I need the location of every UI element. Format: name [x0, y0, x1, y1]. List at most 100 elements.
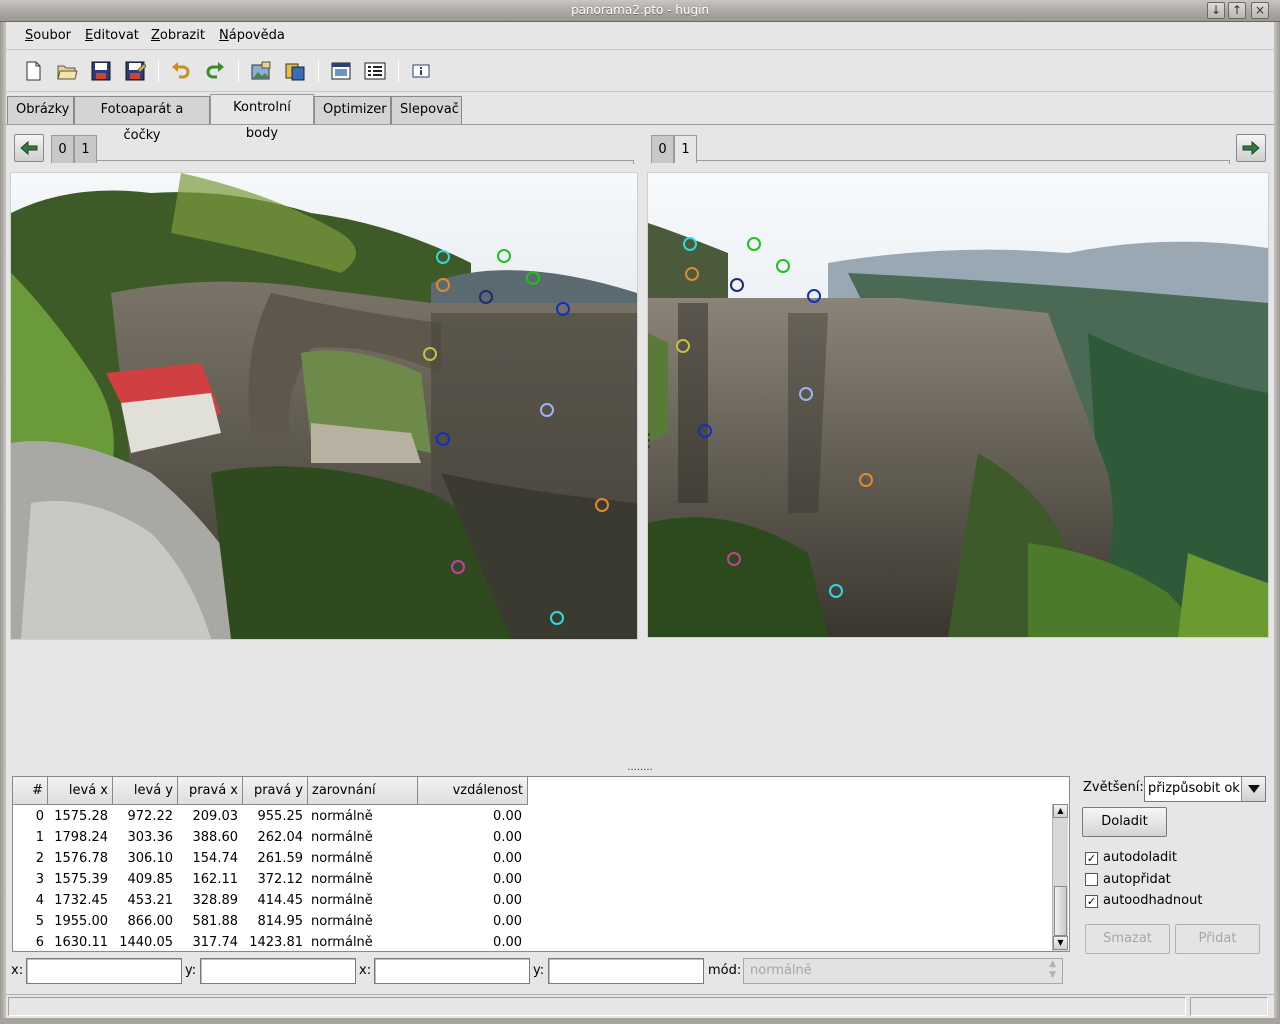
zoom-label: Zvětšení:: [1083, 780, 1144, 795]
cell-right-x: 317.74: [192, 935, 239, 950]
cell-index: 1: [35, 830, 44, 845]
table-row[interactable]: 2 1576.78 306.10 154.74 261.59 normálně 0.00: [13, 848, 1053, 869]
left-y-input[interactable]: [200, 958, 356, 984]
cell-distance: 0.00: [493, 893, 522, 908]
zoom-select[interactable]: přizpůsobit okno: [1144, 776, 1266, 802]
left-image-tab-0[interactable]: 0: [51, 135, 74, 163]
menu-napoveda[interactable]: Nápověda: [219, 28, 285, 43]
left-y-label: y:: [185, 963, 197, 978]
menu-soubor[interactable]: Soubor: [25, 28, 71, 43]
auto-estimate-checkbox[interactable]: ✓: [1085, 895, 1098, 908]
menu-zobrazit[interactable]: Zobrazit: [151, 28, 205, 43]
save-button[interactable]: [88, 58, 114, 84]
cell-left-x: 1575.28: [54, 809, 108, 824]
table-row[interactable]: 6 1630.11 1440.05 317.74 1423.81 normálně 0.00: [13, 932, 1053, 953]
save-as-icon: [125, 61, 146, 81]
about-button[interactable]: [408, 58, 434, 84]
left-x-input[interactable]: [26, 958, 182, 984]
col-header-right-x[interactable]: pravá x: [178, 777, 243, 805]
right-y-input[interactable]: [548, 958, 704, 984]
toolbar-separator: [398, 60, 399, 82]
tab-kontrolni-body[interactable]: Kontrolní body: [210, 94, 314, 141]
mode-select[interactable]: normálně ▲ ▼: [743, 958, 1063, 984]
cell-index: 5: [35, 914, 44, 929]
control-point-table[interactable]: # levá x levá y pravá x pravá y zarovnán…: [12, 776, 1070, 952]
options-list-button[interactable]: [362, 58, 388, 84]
prev-image-button[interactable]: [14, 134, 44, 162]
tab-obrazky[interactable]: Obrázky: [7, 96, 74, 124]
horizontal-splitter[interactable]: ........: [6, 763, 1274, 773]
left-x-label: x:: [11, 963, 24, 978]
table-scrollbar[interactable]: ▲ ▼: [1052, 804, 1068, 951]
next-image-button[interactable]: [1236, 134, 1266, 162]
save-as-button[interactable]: [122, 58, 148, 84]
table-row[interactable]: 3 1575.39 409.85 162.11 372.12 normálně 0.00: [13, 869, 1053, 890]
new-file-button[interactable]: [20, 58, 46, 84]
right-image-tab-0[interactable]: 0: [651, 135, 674, 163]
right-image-tab-1[interactable]: 1: [674, 135, 697, 163]
cell-alignment: normálně: [311, 893, 373, 908]
auto-add-checkbox[interactable]: [1085, 873, 1098, 886]
preview-window-button[interactable]: [328, 58, 354, 84]
cell-index: 4: [35, 893, 44, 908]
tab-optimizer[interactable]: Optimizer: [314, 96, 391, 124]
cell-distance: 0.00: [493, 830, 522, 845]
status-field-secondary: [1190, 997, 1268, 1016]
maximize-button[interactable]: ↑: [1228, 2, 1246, 19]
vertical-splitter[interactable]: ⋮: [640, 172, 658, 640]
delete-button[interactable]: Smazat: [1085, 924, 1170, 954]
auto-add-label[interactable]: autopřidat: [1103, 872, 1171, 887]
minimize-button[interactable]: ↓: [1207, 2, 1225, 19]
add-image-series-button[interactable]: [282, 58, 308, 84]
undo-button[interactable]: [168, 58, 194, 84]
right-y-label: y:: [533, 963, 545, 978]
redo-button[interactable]: [202, 58, 228, 84]
cell-left-x: 1798.24: [54, 830, 108, 845]
spin-arrows-icon: ▲ ▼: [1049, 959, 1056, 980]
window-frame-left: [0, 22, 6, 1024]
zoom-value: přizpůsobit okno: [1148, 781, 1240, 796]
scroll-down-button[interactable]: ▼: [1053, 936, 1068, 950]
open-button[interactable]: [54, 58, 80, 84]
table-row[interactable]: 0 1575.28 972.22 209.03 955.25 normálně 0.00: [13, 806, 1053, 827]
right-image-canvas[interactable]: [647, 172, 1269, 638]
status-field-main: [8, 997, 1186, 1016]
col-header-left-y[interactable]: levá y: [113, 777, 178, 805]
cell-index: 3: [35, 872, 44, 887]
cell-alignment: normálně: [311, 935, 373, 950]
cell-left-x: 1630.11: [54, 935, 108, 950]
check-icon: ✓: [1086, 895, 1097, 908]
scroll-thumb[interactable]: [1054, 886, 1067, 936]
add-images-button[interactable]: [248, 58, 274, 84]
window-title-bar[interactable]: panorama2.pto - hugin ↓ ↑ ×: [0, 0, 1280, 22]
cell-right-x: 388.60: [192, 830, 239, 845]
right-x-input[interactable]: [374, 958, 530, 984]
tab-slepovac[interactable]: Slepovač: [391, 96, 462, 124]
auto-fine-tune-checkbox[interactable]: ✓: [1085, 852, 1098, 865]
table-row[interactable]: 4 1732.45 453.21 328.89 414.45 normálně 0.00: [13, 890, 1053, 911]
close-button[interactable]: ×: [1251, 2, 1269, 19]
cell-right-y: 955.25: [257, 809, 304, 824]
add-button[interactable]: Přidat: [1175, 924, 1260, 954]
col-header-left-x[interactable]: levá x: [48, 777, 113, 805]
scroll-up-button[interactable]: ▲: [1053, 804, 1068, 818]
auto-fine-tune-label[interactable]: autodoladit: [1103, 850, 1177, 865]
left-image-tab-1[interactable]: 1: [74, 135, 97, 163]
arrow-up-icon: ▲: [1057, 806, 1064, 815]
table-row[interactable]: 5 1955.00 866.00 581.88 814.95 normálně 0.00: [13, 911, 1053, 932]
col-header-right-y[interactable]: pravá y: [243, 777, 308, 805]
window-title: panorama2.pto - hugin: [570, 3, 710, 17]
tab-fotoaparat[interactable]: Fotoaparát a čočky: [74, 96, 210, 143]
menu-editovat[interactable]: Editovat: [85, 28, 139, 43]
dropdown-button[interactable]: [1241, 777, 1265, 801]
left-image-canvas[interactable]: [10, 172, 638, 640]
cell-left-y: 409.85: [127, 872, 174, 887]
table-row[interactable]: 1 1798.24 303.36 388.60 262.04 normálně 0.00: [13, 827, 1053, 848]
auto-estimate-label[interactable]: autoodhadnout: [1103, 893, 1202, 908]
cell-alignment: normálně: [311, 872, 373, 887]
fine-tune-button[interactable]: Doladit: [1082, 807, 1167, 837]
col-header-distance[interactable]: vzdálenost: [418, 777, 528, 805]
col-header-index[interactable]: #: [13, 777, 48, 805]
toolbar: [6, 50, 1274, 92]
col-header-alignment[interactable]: zarovnání: [308, 777, 418, 805]
